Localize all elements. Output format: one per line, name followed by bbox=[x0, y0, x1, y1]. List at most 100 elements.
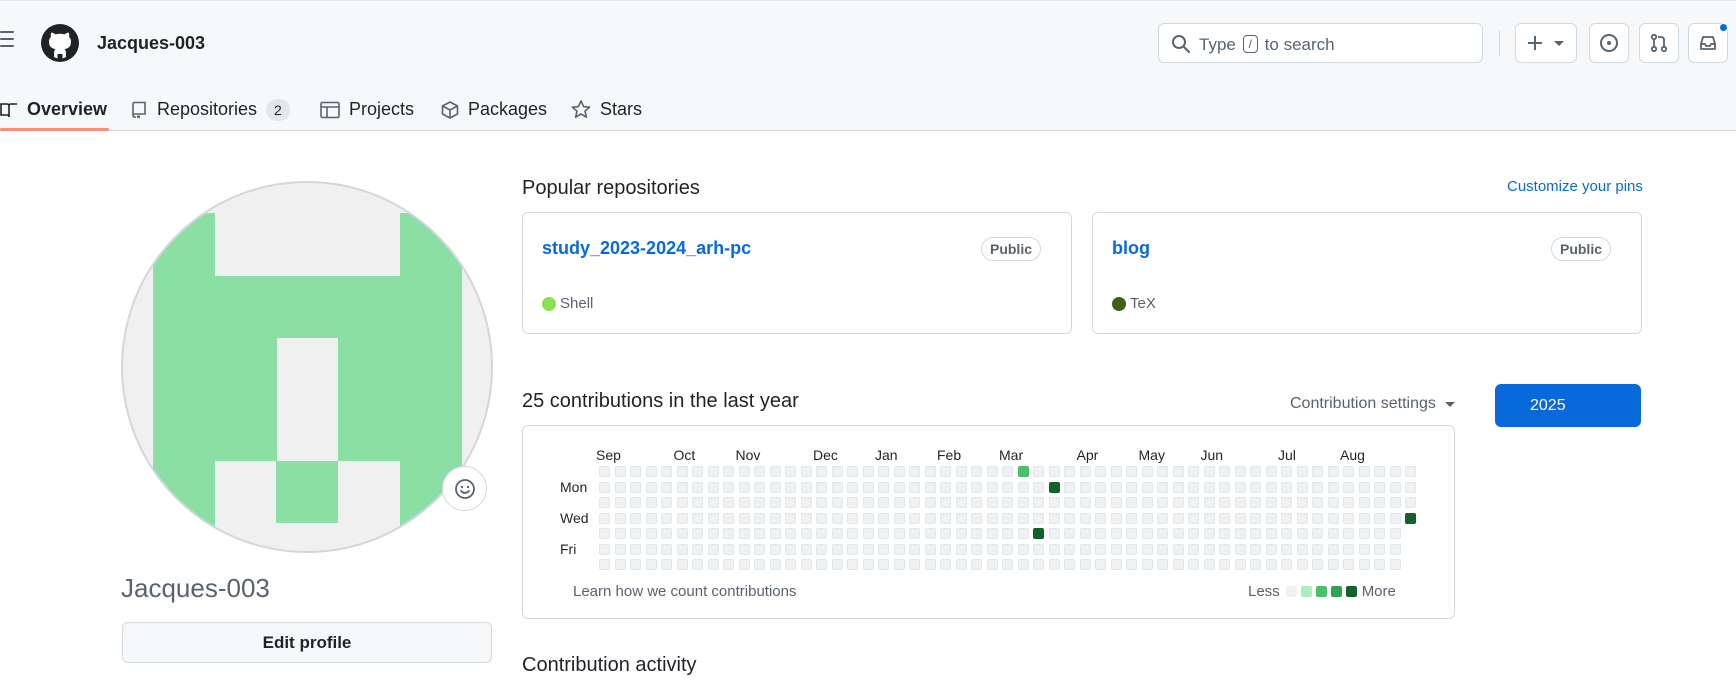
contribution-day-cell[interactable] bbox=[924, 466, 936, 477]
contribution-day-cell[interactable] bbox=[785, 543, 796, 555]
contribution-day-cell[interactable] bbox=[661, 466, 672, 477]
contribution-day-cell[interactable] bbox=[738, 497, 750, 508]
contribution-day-cell[interactable] bbox=[1219, 543, 1230, 555]
contribution-day-cell[interactable] bbox=[1281, 528, 1292, 539]
contribution-day-cell[interactable] bbox=[1157, 466, 1168, 477]
contribution-day-cell[interactable] bbox=[599, 466, 610, 477]
contribution-day-cell[interactable] bbox=[1374, 512, 1385, 524]
contribution-day-cell[interactable] bbox=[955, 512, 967, 524]
contribution-day-cell[interactable] bbox=[1141, 543, 1153, 555]
contribution-day-cell[interactable] bbox=[1265, 512, 1277, 524]
tab-overview[interactable]: Overview bbox=[0, 87, 107, 132]
contribution-day-cell[interactable] bbox=[1033, 528, 1044, 539]
learn-contributions-link[interactable]: Learn how we count contributions bbox=[573, 583, 796, 600]
tab-packages[interactable]: Packages bbox=[441, 87, 547, 132]
contribution-day-cell[interactable] bbox=[986, 466, 998, 477]
contribution-day-cell[interactable] bbox=[1343, 528, 1354, 539]
contribution-day-cell[interactable] bbox=[986, 497, 998, 508]
contribution-day-cell[interactable] bbox=[1079, 497, 1091, 508]
contribution-day-cell[interactable] bbox=[1250, 497, 1261, 508]
contribution-day-cell[interactable] bbox=[1358, 512, 1370, 524]
contribution-day-cell[interactable] bbox=[955, 543, 967, 555]
repo-name-link[interactable]: study_2023-2024_arh-pc bbox=[542, 238, 751, 259]
contribution-day-cell[interactable] bbox=[1358, 528, 1370, 539]
contribution-day-cell[interactable] bbox=[723, 481, 734, 493]
contribution-day-cell[interactable] bbox=[599, 481, 610, 493]
contribution-day-cell[interactable] bbox=[1389, 528, 1401, 539]
contribution-day-cell[interactable] bbox=[1002, 543, 1013, 555]
contribution-day-cell[interactable] bbox=[1172, 481, 1184, 493]
contribution-day-cell[interactable] bbox=[723, 512, 734, 524]
contribution-day-cell[interactable] bbox=[1281, 466, 1292, 477]
contribution-day-cell[interactable] bbox=[1141, 559, 1153, 570]
contribution-day-cell[interactable] bbox=[940, 512, 951, 524]
contribution-day-cell[interactable] bbox=[986, 528, 998, 539]
contribution-day-cell[interactable] bbox=[1188, 512, 1199, 524]
contribution-day-cell[interactable] bbox=[1405, 497, 1416, 508]
contribution-day-cell[interactable] bbox=[1327, 466, 1339, 477]
contribution-day-cell[interactable] bbox=[676, 543, 688, 555]
issues-button[interactable] bbox=[1589, 23, 1629, 63]
contribution-day-cell[interactable] bbox=[986, 559, 998, 570]
contribution-day-cell[interactable] bbox=[831, 466, 843, 477]
contribution-day-cell[interactable] bbox=[940, 481, 951, 493]
contribution-day-cell[interactable] bbox=[1064, 497, 1075, 508]
contribution-day-cell[interactable] bbox=[1296, 543, 1308, 555]
contribution-day-cell[interactable] bbox=[924, 497, 936, 508]
contribution-day-cell[interactable] bbox=[754, 512, 765, 524]
contribution-day-cell[interactable] bbox=[1374, 497, 1385, 508]
contribution-day-cell[interactable] bbox=[940, 528, 951, 539]
contribution-day-cell[interactable] bbox=[692, 512, 703, 524]
contribution-day-cell[interactable] bbox=[1234, 481, 1246, 493]
contribution-day-cell[interactable] bbox=[1405, 481, 1416, 493]
contribution-day-cell[interactable] bbox=[692, 497, 703, 508]
contribution-day-cell[interactable] bbox=[661, 512, 672, 524]
contribution-day-cell[interactable] bbox=[614, 543, 626, 555]
contribution-day-cell[interactable] bbox=[816, 559, 827, 570]
contribution-day-cell[interactable] bbox=[1296, 512, 1308, 524]
contribution-day-cell[interactable] bbox=[831, 528, 843, 539]
contribution-day-cell[interactable] bbox=[1234, 543, 1246, 555]
contribution-day-cell[interactable] bbox=[630, 466, 641, 477]
contribution-day-cell[interactable] bbox=[1343, 466, 1354, 477]
contribution-day-cell[interactable] bbox=[847, 528, 858, 539]
contribution-day-cell[interactable] bbox=[1203, 466, 1215, 477]
repo-name-link[interactable]: blog bbox=[1112, 238, 1150, 259]
contribution-day-cell[interactable] bbox=[1002, 481, 1013, 493]
contribution-day-cell[interactable] bbox=[1172, 528, 1184, 539]
contribution-day-cell[interactable] bbox=[1064, 543, 1075, 555]
contribution-day-cell[interactable] bbox=[692, 559, 703, 570]
contribution-day-cell[interactable] bbox=[599, 528, 610, 539]
contribution-day-cell[interactable] bbox=[1033, 497, 1044, 508]
contribution-day-cell[interactable] bbox=[785, 512, 796, 524]
contribution-day-cell[interactable] bbox=[986, 543, 998, 555]
contribution-day-cell[interactable] bbox=[599, 497, 610, 508]
contribution-day-cell[interactable] bbox=[1312, 543, 1323, 555]
contribution-day-cell[interactable] bbox=[893, 481, 905, 493]
contribution-day-cell[interactable] bbox=[893, 512, 905, 524]
contribution-day-cell[interactable] bbox=[1141, 512, 1153, 524]
contribution-day-cell[interactable] bbox=[878, 528, 889, 539]
contribution-day-cell[interactable] bbox=[955, 528, 967, 539]
contribution-day-cell[interactable] bbox=[847, 466, 858, 477]
contribution-day-cell[interactable] bbox=[1343, 559, 1354, 570]
contribution-day-cell[interactable] bbox=[769, 466, 781, 477]
contribution-day-cell[interactable] bbox=[831, 559, 843, 570]
contribution-day-cell[interactable] bbox=[1002, 559, 1013, 570]
contribution-day-cell[interactable] bbox=[1327, 512, 1339, 524]
contribution-day-cell[interactable] bbox=[1064, 528, 1075, 539]
contribution-day-cell[interactable] bbox=[614, 512, 626, 524]
contribution-day-cell[interactable] bbox=[986, 512, 998, 524]
contribution-day-cell[interactable] bbox=[1126, 481, 1137, 493]
contribution-day-cell[interactable] bbox=[1048, 497, 1060, 508]
contribution-day-cell[interactable] bbox=[645, 512, 657, 524]
contribution-day-cell[interactable] bbox=[847, 543, 858, 555]
contribution-day-cell[interactable] bbox=[1095, 512, 1106, 524]
contribution-day-cell[interactable] bbox=[1296, 481, 1308, 493]
contribution-day-cell[interactable] bbox=[1095, 497, 1106, 508]
contribution-day-cell[interactable] bbox=[1126, 466, 1137, 477]
contribution-day-cell[interactable] bbox=[738, 559, 750, 570]
contribution-day-cell[interactable] bbox=[831, 543, 843, 555]
contribution-day-cell[interactable] bbox=[630, 543, 641, 555]
contribution-day-cell[interactable] bbox=[723, 528, 734, 539]
